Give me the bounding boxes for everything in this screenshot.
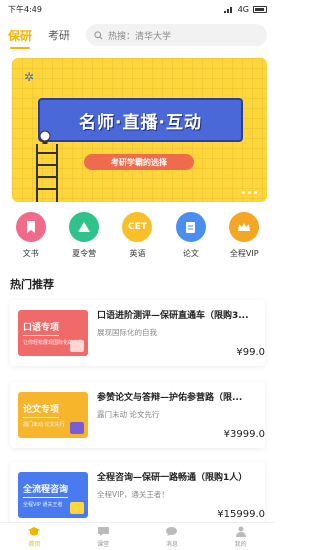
category-vip[interactable]: 全程VIP — [220, 212, 268, 262]
bottom-tab-bar: 首页 课堂 消息 我的 — [0, 522, 275, 550]
tabbar-classroom[interactable]: 课堂 — [83, 526, 123, 548]
course-title: 参赞论文与答辩—护佑参营路（限... — [97, 393, 243, 403]
status-bar: 下午4:49 4G — [0, 0, 275, 18]
course-title: 口语进阶测评—保研直通车（限购3... — [97, 311, 249, 321]
message-bubble-icon — [166, 526, 178, 536]
course-card[interactable]: 论文专项 露门未动 论文先行 参赞论文与答辩—护佑参营路（限... 露门未动 论… — [10, 382, 265, 448]
course-thumbnail: 全流程咨询 全程VIP 通关王者 — [18, 472, 88, 518]
tabbar-messages[interactable]: 消息 — [152, 526, 192, 548]
chat-square-icon — [97, 526, 109, 536]
gear-icon: ✲ — [24, 70, 35, 84]
section-title: 热门推荐 — [10, 278, 54, 291]
category-wenshu[interactable]: 文书 — [7, 212, 55, 262]
tabbar-profile[interactable]: 我的 — [221, 526, 261, 548]
course-price: ¥15999.0 — [217, 509, 265, 520]
banner-headline: 名师·直播·互动 — [79, 112, 202, 133]
course-price: ¥3999.0 — [223, 429, 265, 440]
banner-board: 名师·直播·互动 — [38, 98, 243, 142]
course-thumbnail: 论文专项 露门未动 论文先行 — [18, 392, 88, 438]
crown-icon — [229, 212, 260, 242]
tab-baoyan[interactable]: 保研 — [8, 27, 32, 49]
category-label: 全程VIP — [229, 249, 259, 258]
category-label: 论文 — [182, 249, 199, 258]
signal-icon — [223, 6, 234, 13]
status-time: 下午4:49 — [8, 4, 42, 14]
cet-icon: CET — [122, 212, 153, 242]
course-thumbnail: 口语专项 让你轻松展现国际化的自我 — [18, 310, 88, 356]
tent-icon — [69, 212, 100, 242]
bookmark-icon — [15, 212, 46, 242]
graduation-cap-icon — [28, 526, 41, 535]
search-input[interactable]: 热搜：清华大学 — [86, 24, 267, 46]
course-subtitle: 露门未动 论文先行 — [97, 410, 160, 419]
category-xialingying[interactable]: 夏令营 — [60, 212, 108, 262]
category-label: 文书 — [22, 249, 39, 258]
category-label: 夏令营 — [72, 249, 97, 258]
category-english[interactable]: CET 英语 — [113, 212, 161, 262]
category-label: 英语 — [129, 249, 146, 258]
search-placeholder: 热搜：清华大学 — [108, 31, 172, 42]
course-subtitle: 全程VIP，通关王者！ — [97, 490, 169, 499]
tab-kaoyan[interactable]: 考研 — [48, 27, 70, 43]
battery-icon — [253, 5, 267, 13]
category-lunwen[interactable]: 论文 — [167, 212, 215, 262]
top-bar: 保研 考研 热搜：清华大学 — [0, 20, 275, 50]
course-card[interactable]: 全流程咨询 全程VIP 通关王者 全程咨询—保研一路畅通（限购1人） 全程VIP… — [10, 462, 265, 528]
banner-tagline: 考研学霸的选择 — [84, 154, 194, 170]
promo-banner[interactable]: ✲ ✲ 名师·直播·互动 考研学霸的选择 — [12, 58, 267, 202]
course-title: 全程咨询—保研一路畅通（限购1人） — [97, 473, 248, 483]
course-price: ¥99.0 — [236, 347, 265, 358]
search-icon — [94, 30, 103, 40]
course-card[interactable]: 口语专项 让你轻松展现国际化的自我 口语进阶测评—保研直通车（限购3... 展现… — [10, 300, 265, 366]
lightbulb-icon — [39, 130, 51, 144]
carousel-dots — [242, 191, 257, 194]
network-type: 4G — [237, 4, 249, 14]
course-subtitle: 展现国际化的自我 — [97, 328, 157, 337]
category-grid: 文书 夏令营 CET 英语 论文 全程VIP — [0, 212, 275, 262]
document-icon — [175, 212, 206, 242]
person-icon — [235, 526, 246, 537]
ladder-illustration — [36, 144, 58, 202]
tabbar-home[interactable]: 首页 — [14, 526, 54, 548]
